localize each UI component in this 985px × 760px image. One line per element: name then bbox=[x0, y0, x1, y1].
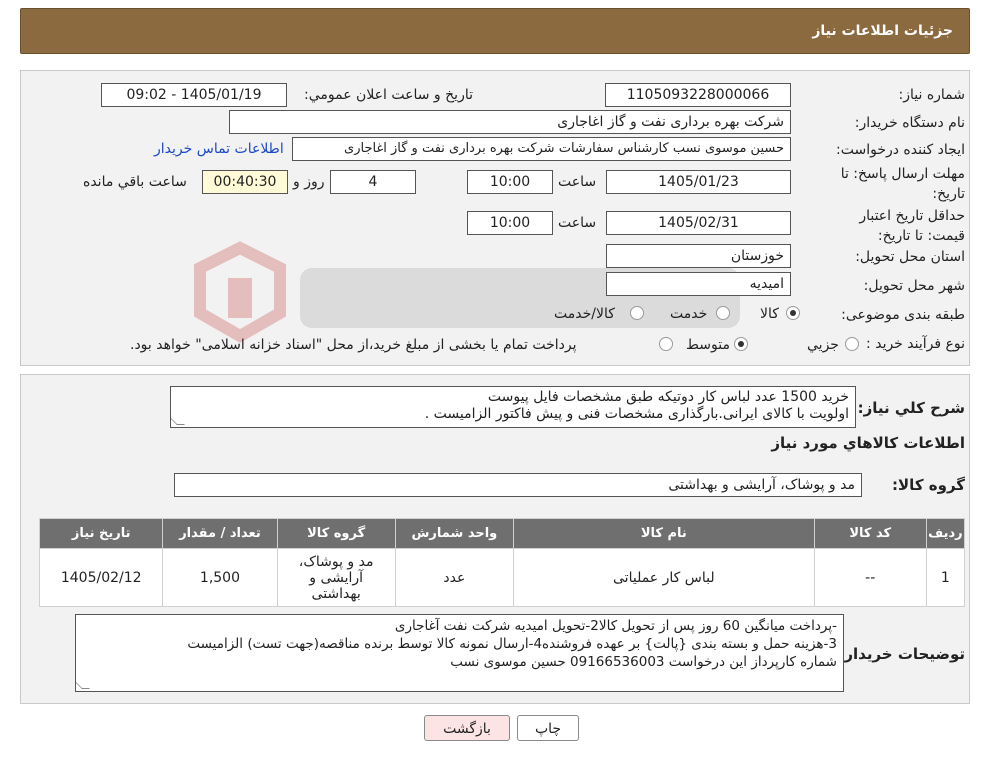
category-option-goods-service: کالا/خدمت bbox=[554, 306, 615, 322]
remaining-time-field: 00:40:30 bbox=[202, 170, 288, 194]
announce-field: 1405/01/19 - 09:02 bbox=[101, 83, 287, 107]
back-button[interactable]: بازگشت bbox=[424, 715, 510, 741]
page-header: جزئیات اطلاعات نیاز bbox=[20, 8, 970, 54]
resize-grip-icon[interactable] bbox=[76, 681, 90, 689]
buyer-notes-line-1: -پرداخت میانگین 60 روز پس از تحویل کالا2… bbox=[394, 618, 837, 634]
validity-time-label: ساعت bbox=[558, 215, 597, 231]
buyer-notes-textarea: -پرداخت میانگین 60 روز پس از تحویل کالا2… bbox=[75, 614, 844, 692]
city-label: شهر محل تحویل: bbox=[863, 278, 965, 294]
process-note: پرداخت تمام یا بخشی از مبلغ خرید،از محل … bbox=[130, 337, 577, 353]
table-row: 1 -- لباس کار عملیاتی عدد مد و پوشاک، آر… bbox=[38, 548, 966, 607]
items-section-title: اطلاعات کالاهاي مورد نياز bbox=[771, 434, 965, 452]
cell-code: -- bbox=[813, 548, 927, 607]
cell-group: مد و پوشاک، آرایشی و بهداشتی bbox=[276, 548, 396, 607]
validity-time-field: 10:00 bbox=[467, 211, 553, 235]
category-label: طبقه بندی موضوعی: bbox=[841, 307, 965, 323]
province-label: استان محل تحویل: bbox=[855, 249, 965, 265]
cell-row: 1 bbox=[925, 548, 966, 607]
cell-unit: عدد bbox=[394, 548, 514, 607]
buyer-field: شرکت بهره برداری نفت و گاز اغاجاری bbox=[229, 110, 791, 134]
need-number-field: 1105093228000066 bbox=[605, 83, 791, 107]
process-radio-medium[interactable] bbox=[734, 337, 748, 351]
print-button[interactable]: چاپ bbox=[517, 715, 579, 741]
deadline-time-label: ساعت bbox=[558, 174, 597, 190]
cell-group-line-2: آرایشی و bbox=[309, 569, 364, 586]
category-option-service: خدمت bbox=[670, 306, 708, 322]
group-field: مد و پوشاک، آرایشی و بهداشتی bbox=[174, 473, 862, 497]
buyer-contact-link[interactable]: اطلاعات تماس خریدار bbox=[154, 141, 284, 157]
days-remaining-field: 4 bbox=[330, 170, 416, 194]
buyer-label: نام دستگاه خریدار: bbox=[854, 115, 965, 131]
items-table: رديف کد کالا نام کالا واحد شمارش گروه کا… bbox=[38, 518, 966, 607]
col-qty: تعداد / مقدار bbox=[162, 518, 278, 549]
city-field: امیدیه bbox=[606, 272, 791, 296]
process-option-minor: جزیي bbox=[807, 337, 839, 353]
buyer-notes-line-2: 3-هزینه حمل و بسته بندی {پالت} بر عهده ف… bbox=[187, 636, 837, 652]
category-radio-service[interactable] bbox=[716, 306, 730, 320]
col-group: گروه کالا bbox=[276, 518, 396, 549]
cell-date: 1405/02/12 bbox=[38, 548, 164, 607]
process-radio-treasury[interactable] bbox=[659, 337, 673, 351]
cell-name: لباس کار عملیاتی bbox=[512, 548, 815, 607]
col-date: تاریخ نیاز bbox=[38, 518, 164, 549]
process-radio-minor[interactable] bbox=[845, 337, 859, 351]
group-label: گروه کالا: bbox=[892, 476, 965, 494]
remaining-label: ساعت باقي مانده bbox=[83, 174, 187, 190]
cell-group-line-3: بهداشتی bbox=[311, 585, 361, 602]
validity-label: حداقل تاریخ اعتبار قیمت: تا تاریخ: bbox=[859, 208, 965, 244]
deadline-time-field: 10:00 bbox=[467, 170, 553, 194]
deadline-date-field: 1405/01/23 bbox=[606, 170, 791, 194]
validity-date-field: 1405/02/31 bbox=[606, 211, 791, 235]
deadline-label: مهلت ارسال پاسخ: تا تاریخ: bbox=[840, 166, 965, 202]
creator-label: ایجاد کننده درخواست: bbox=[836, 142, 965, 158]
cell-qty: 1,500 bbox=[162, 548, 278, 607]
creator-field: حسین موسوی نسب کارشناس سفارشات شرکت بهره… bbox=[292, 137, 791, 161]
description-label: شرح کلي نياز: bbox=[857, 399, 965, 417]
process-option-medium: متوسط bbox=[686, 337, 730, 353]
col-name: نام کالا bbox=[512, 518, 815, 549]
description-line-1: خرید 1500 عدد لباس کار دوتیکه طبق مشخصات… bbox=[487, 389, 849, 405]
days-label: روز و bbox=[293, 174, 325, 190]
need-number-label: شماره نیاز: bbox=[898, 87, 966, 103]
category-radio-goods-service[interactable] bbox=[630, 306, 644, 320]
announce-label: تاریخ و ساعت اعلان عمومي: bbox=[304, 87, 473, 103]
col-unit: واحد شمارش bbox=[394, 518, 514, 549]
cell-group-line-1: مد و پوشاک، bbox=[298, 553, 374, 570]
buyer-notes-line-3: شماره کارپرداز این درخواست 09166536003 ح… bbox=[450, 654, 837, 670]
col-code: کد کالا bbox=[813, 518, 927, 549]
description-line-2: اولویت با کالای ایرانی.بارگذاری مشخصات ف… bbox=[424, 406, 849, 422]
process-label: نوع فرآیند خرید : bbox=[866, 336, 965, 352]
buyer-notes-label: توضیحات خریدار: bbox=[838, 645, 965, 663]
category-option-goods: کالا bbox=[760, 306, 779, 322]
page-title: جزئیات اطلاعات نیاز bbox=[812, 23, 953, 39]
description-textarea: خرید 1500 عدد لباس کار دوتیکه طبق مشخصات… bbox=[170, 386, 856, 428]
col-row: رديف bbox=[925, 518, 966, 549]
category-radio-goods[interactable] bbox=[786, 306, 800, 320]
province-field: خوزستان bbox=[606, 244, 791, 268]
